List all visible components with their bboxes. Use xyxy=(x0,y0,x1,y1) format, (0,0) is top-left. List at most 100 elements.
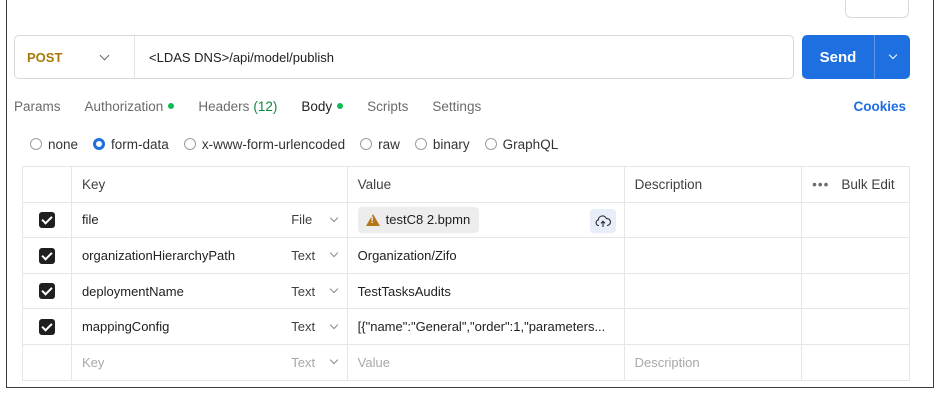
chevron-down-icon xyxy=(99,50,110,60)
radio-label: raw xyxy=(378,136,400,152)
radio-icon xyxy=(414,138,427,150)
chevron-down-icon xyxy=(888,50,897,60)
radio-none[interactable]: none xyxy=(30,137,78,152)
headers-count: (12) xyxy=(253,98,278,114)
row-extra-cell xyxy=(801,308,910,345)
file-chip[interactable]: testC8 2.bpmn xyxy=(357,206,480,233)
bulk-edit-label: Bulk Edit xyxy=(841,176,895,192)
row-extra-cell xyxy=(801,272,910,310)
value-cell[interactable]: testC8 2.bpmn xyxy=(346,201,625,239)
type-label: Text xyxy=(291,247,316,263)
radio-label: none xyxy=(48,136,79,152)
tab-settings[interactable]: Settings xyxy=(432,99,481,114)
warning-icon xyxy=(365,213,380,226)
value-cell[interactable]: Organization/Zifo xyxy=(346,237,625,274)
tab-scripts[interactable]: Scripts xyxy=(367,99,408,114)
type-label: Text xyxy=(291,354,316,370)
value-text: [{"name":"General","order":1,"parameters… xyxy=(357,319,606,335)
key-cell[interactable]: deploymentName xyxy=(70,272,282,310)
tab-authorization[interactable]: Authorization xyxy=(85,99,175,114)
tab-params[interactable]: Params xyxy=(14,99,61,114)
tab-label: Params xyxy=(14,98,61,114)
upload-cloud-button[interactable] xyxy=(589,208,616,233)
method-label: POST xyxy=(27,49,63,65)
radio-icon xyxy=(360,138,373,150)
tab-label: Headers xyxy=(198,98,250,114)
row-extra-cell xyxy=(801,343,910,381)
value-input[interactable]: Value xyxy=(346,343,625,381)
send-label: Send xyxy=(819,48,857,66)
key-cell[interactable]: organizationHierarchyPath xyxy=(70,237,282,274)
header-value: Value xyxy=(346,166,625,203)
row-checkbox-cell[interactable] xyxy=(22,237,72,274)
value-cell[interactable]: [{"name":"General","order":1,"parameters… xyxy=(346,308,625,345)
send-button[interactable]: Send xyxy=(802,35,910,79)
description-cell[interactable] xyxy=(623,272,803,310)
body-type-options: none form-data x-www-form-urlencoded raw… xyxy=(30,135,573,153)
radio-label: x-www-form-urlencoded xyxy=(201,136,346,152)
checkbox-checked-icon[interactable] xyxy=(38,212,55,229)
type-select[interactable]: Text xyxy=(281,237,348,274)
table-row: mappingConfig Text [{"name":"General","o… xyxy=(22,308,910,345)
radio-x-www-form-urlencoded[interactable]: x-www-form-urlencoded xyxy=(183,136,346,152)
tab-label: Scripts xyxy=(367,98,409,114)
cookies-link[interactable]: Cookies xyxy=(853,99,906,114)
key-cell[interactable]: mappingConfig xyxy=(70,308,282,345)
radio-icon xyxy=(183,138,196,150)
key-input[interactable]: Key xyxy=(70,343,282,381)
table-row-placeholder: Key Text Value Description xyxy=(22,343,910,381)
row-checkbox-cell[interactable] xyxy=(22,308,72,345)
type-select[interactable]: File xyxy=(281,201,348,239)
table-row: organizationHierarchyPath Text Organizat… xyxy=(22,237,910,274)
value-cell[interactable]: TestTasksAudits xyxy=(346,272,625,310)
type-select[interactable]: Text xyxy=(281,308,348,345)
method-select[interactable]: POST xyxy=(15,36,135,78)
table-row: file File testC8 2.bpmn xyxy=(22,201,910,239)
table-header-row: Key Value Description ••• Bulk Edit xyxy=(22,166,910,203)
radio-label: GraphQL xyxy=(502,136,559,152)
chevron-down-icon xyxy=(329,320,338,329)
type-select[interactable]: Text xyxy=(281,343,348,381)
checkbox-checked-icon[interactable] xyxy=(38,247,55,264)
header-description: Description xyxy=(623,166,803,203)
form-data-table: Key Value Description ••• Bulk Edit file … xyxy=(22,166,910,381)
row-checkbox-cell[interactable] xyxy=(22,272,72,310)
row-extra-cell xyxy=(801,237,910,274)
radio-binary[interactable]: binary xyxy=(414,136,470,152)
send-options-button[interactable] xyxy=(874,35,910,79)
radio-form-data[interactable]: form-data xyxy=(93,137,169,152)
radio-raw[interactable]: raw xyxy=(360,137,400,152)
bulk-edit-button[interactable]: ••• Bulk Edit xyxy=(801,166,910,203)
status-dot-icon xyxy=(168,103,175,109)
checkbox-checked-icon[interactable] xyxy=(38,318,55,335)
tab-headers[interactable]: Headers (12) xyxy=(198,99,277,114)
chevron-down-icon xyxy=(329,284,338,294)
checkbox-checked-icon[interactable] xyxy=(38,283,55,300)
type-label: Text xyxy=(291,283,316,299)
toolbar-stub xyxy=(845,0,909,18)
url-input[interactable]: <LDAS DNS>/api/model/publish xyxy=(135,50,334,65)
request-tabs: Params Authorization Headers (12) Body Sc… xyxy=(14,96,910,116)
radio-label: binary xyxy=(432,136,470,152)
cloud-upload-icon xyxy=(595,215,611,227)
radio-graphql[interactable]: GraphQL xyxy=(484,136,559,152)
status-dot-icon xyxy=(337,103,344,109)
tab-label: Body xyxy=(301,98,333,114)
chevron-down-icon xyxy=(329,213,338,223)
description-input[interactable]: Description xyxy=(623,343,803,381)
type-label: Text xyxy=(291,319,316,335)
description-cell[interactable] xyxy=(623,308,803,345)
row-checkbox-cell[interactable] xyxy=(22,201,72,239)
radio-icon xyxy=(30,138,42,150)
header-key: Key xyxy=(70,166,348,203)
description-cell[interactable] xyxy=(623,237,803,274)
radio-label: form-data xyxy=(111,136,169,152)
chevron-down-icon xyxy=(329,249,338,258)
tab-label: Authorization xyxy=(84,98,164,114)
type-select[interactable]: Text xyxy=(281,272,348,310)
key-cell[interactable]: file xyxy=(70,201,282,239)
description-cell[interactable] xyxy=(623,201,803,239)
tab-body[interactable]: Body xyxy=(301,98,344,114)
row-extra-cell xyxy=(801,201,910,239)
more-icon: ••• xyxy=(812,176,830,192)
